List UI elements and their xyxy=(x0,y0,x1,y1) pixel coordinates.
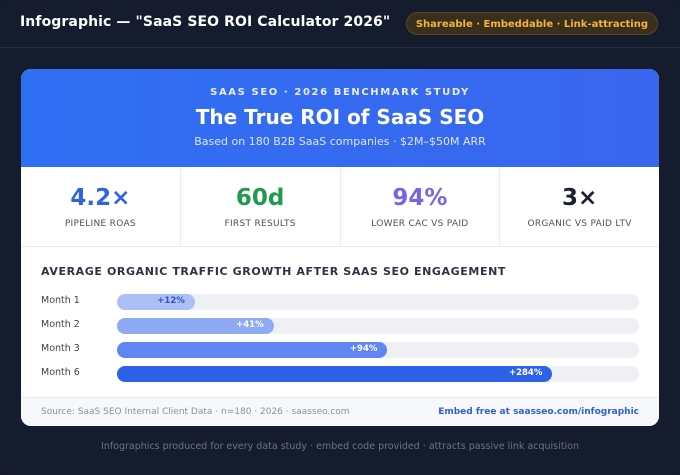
feature-badge: Shareable · Embeddable · Link-attracting xyxy=(405,12,658,35)
hero-subtitle: Based on 180 B2B SaaS companies · $2M–$5… xyxy=(194,135,486,148)
bar-value: +94% xyxy=(349,344,378,354)
bar-track: +41% xyxy=(117,318,639,334)
hero-title: The True ROI of SaaS SEO xyxy=(195,105,485,129)
bar-track: +12% xyxy=(117,294,639,310)
bar-value: +12% xyxy=(157,296,185,306)
stat-pipeline-roas: 4.2× PIPELINE ROAS xyxy=(21,167,181,246)
stat-value: 94% xyxy=(392,185,448,211)
bar-track: +94% xyxy=(117,342,639,358)
window-title: Infographic — "SaaS SEO ROI Calculator 2… xyxy=(20,14,391,30)
bar-row-month-6: Month 6 +284% xyxy=(41,366,641,382)
stat-value: 3× xyxy=(561,185,598,211)
stat-label: FIRST RESULTS xyxy=(224,219,296,229)
bar-row-month-1: Month 1 +12% xyxy=(41,294,641,310)
bar-fill: +41% xyxy=(117,318,274,334)
stat-first-results: 60d FIRST RESULTS xyxy=(181,167,341,246)
bar-label: Month 1 xyxy=(41,295,80,306)
chart-title: AVERAGE ORGANIC TRAFFIC GROWTH AFTER SAA… xyxy=(41,265,506,278)
bar-fill: +12% xyxy=(117,294,195,310)
bar-label: Month 2 xyxy=(41,319,80,330)
hero-eyebrow: SAAS SEO · 2026 BENCHMARK STUDY xyxy=(210,87,470,98)
traffic-growth-chart: AVERAGE ORGANIC TRAFFIC GROWTH AFTER SAA… xyxy=(21,247,659,397)
stat-label: PIPELINE ROAS xyxy=(64,219,136,229)
embed-link[interactable]: Embed free at saasseo.com/infographic xyxy=(438,407,639,417)
bar-fill: +94% xyxy=(117,342,388,358)
stats-row: 4.2× PIPELINE ROAS 60d FIRST RESULTS 94%… xyxy=(21,167,659,247)
bar-value: +284% xyxy=(508,368,543,378)
bottom-caption: Infographics produced for every data stu… xyxy=(101,441,579,452)
stat-value: 60d xyxy=(235,185,285,211)
hero-banner: SAAS SEO · 2026 BENCHMARK STUDY The True… xyxy=(21,69,659,167)
stat-lower-cac: 94% LOWER CAC VS PAID xyxy=(341,167,501,246)
infographic-card: SAAS SEO · 2026 BENCHMARK STUDY The True… xyxy=(21,69,659,426)
stat-label: ORGANIC VS PAID LTV xyxy=(527,219,632,229)
card-footer: Source: SaaS SEO Internal Client Data · … xyxy=(21,397,659,426)
bar-label: Month 3 xyxy=(41,343,80,354)
bar-label: Month 6 xyxy=(41,367,80,378)
app-frame: Infographic — "SaaS SEO ROI Calculator 2… xyxy=(0,0,680,475)
top-bar: Infographic — "SaaS SEO ROI Calculator 2… xyxy=(0,0,680,48)
stat-organic-ltv: 3× ORGANIC VS PAID LTV xyxy=(500,167,659,246)
bar-row-month-2: Month 2 +41% xyxy=(41,318,641,334)
bar-fill: +284% xyxy=(117,366,553,382)
bar-track: +284% xyxy=(117,366,639,382)
stat-value: 4.2× xyxy=(70,185,131,211)
bar-value: +41% xyxy=(236,320,264,330)
stat-label: LOWER CAC VS PAID xyxy=(371,219,469,229)
bar-row-month-3: Month 3 +94% xyxy=(41,342,641,358)
source-note: Source: SaaS SEO Internal Client Data · … xyxy=(41,407,350,417)
